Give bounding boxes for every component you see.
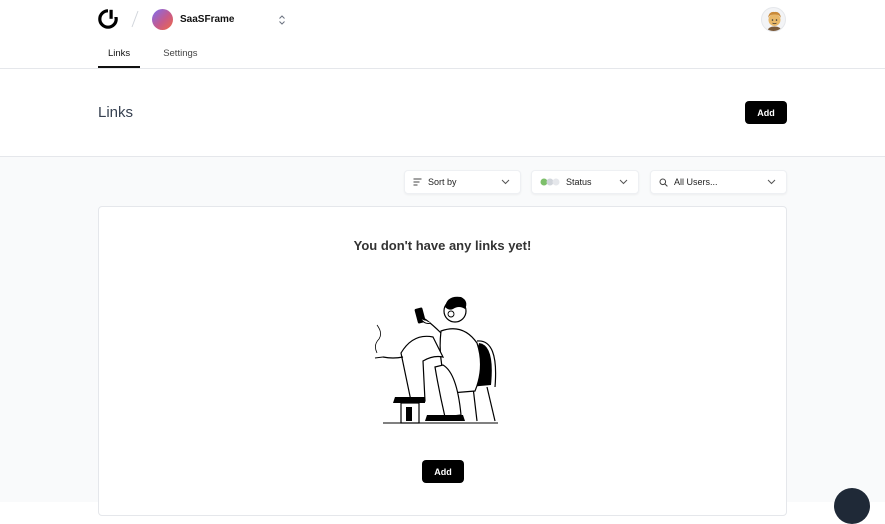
sort-dropdown[interactable]: Sort by: [404, 170, 521, 194]
chevron-down-icon: [619, 179, 628, 185]
workspace-name: SaaSFrame: [180, 14, 235, 25]
add-link-empty-button[interactable]: Add: [422, 460, 464, 483]
sort-label: Sort by: [428, 177, 457, 187]
empty-state-card: You don't have any links yet! Add: [98, 206, 787, 516]
status-dots-icon: [540, 178, 560, 186]
content-area: Sort by Status All Users... You don't ha…: [0, 157, 885, 516]
chevron-down-icon: [767, 179, 776, 185]
chat-widget-icon[interactable]: [834, 488, 870, 524]
user-avatar[interactable]: [761, 7, 786, 32]
tab-settings[interactable]: Settings: [153, 40, 207, 68]
nav-tabs: Links Settings: [98, 40, 208, 69]
chevron-updown-icon[interactable]: [278, 14, 286, 26]
users-dropdown[interactable]: All Users...: [650, 170, 787, 194]
user-avatar-icon: [767, 11, 782, 31]
logo-icon[interactable]: [98, 9, 118, 29]
add-link-button[interactable]: Add: [745, 101, 787, 124]
page-header: Links Add: [0, 69, 885, 157]
chevron-down-icon: [501, 179, 510, 185]
empty-state-message: You don't have any links yet!: [353, 238, 532, 253]
workspace-switcher[interactable]: SaaSFrame: [152, 9, 234, 30]
page-title: Links: [98, 104, 134, 121]
top-header: SaaSFrame Links Settings: [0, 0, 885, 69]
users-label: All Users...: [674, 177, 718, 187]
tab-links[interactable]: Links: [98, 40, 141, 68]
search-icon: [659, 178, 668, 187]
status-dropdown[interactable]: Status: [531, 170, 639, 194]
sort-lines-icon: [413, 178, 422, 186]
workspace-avatar: [152, 9, 173, 30]
status-label: Status: [566, 177, 592, 187]
divider-slash: [131, 10, 139, 28]
person-on-phone-illustration: [374, 296, 498, 424]
